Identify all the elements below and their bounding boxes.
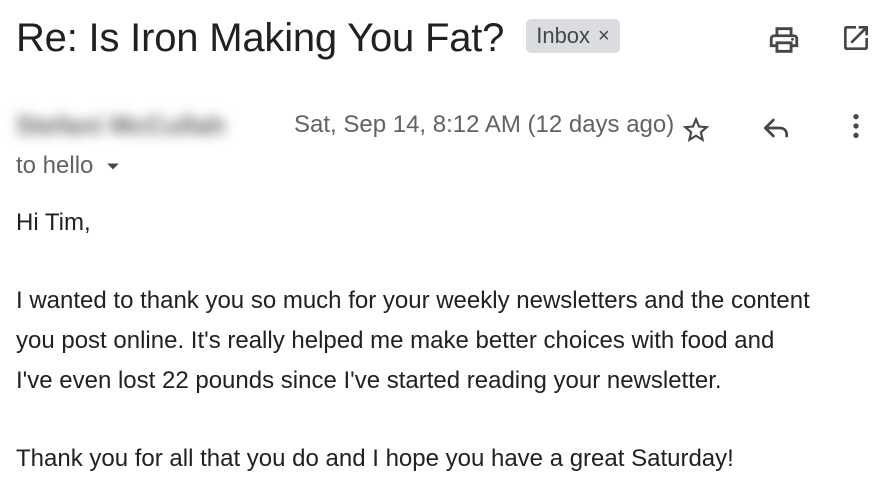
email-body: Hi Tim, I wanted to thank you so much fo… [16, 203, 882, 479]
body-greeting: Hi Tim, [16, 209, 91, 236]
star-button[interactable] [676, 110, 716, 150]
print-button[interactable] [764, 20, 804, 60]
body-paragraph-2: Thank you for all that you do and I hope… [16, 445, 734, 472]
open-in-new-window-button[interactable] [836, 18, 876, 58]
chevron-down-icon [107, 163, 120, 170]
recipient-text: to hello [16, 152, 94, 179]
reply-button[interactable] [756, 108, 796, 148]
inbox-label-chip[interactable]: Inbox × [526, 19, 620, 53]
more-options-button[interactable] [836, 106, 876, 146]
recipient-details-toggle[interactable]: to hello [16, 150, 123, 182]
email-date: Sat, Sep 14, 8:12 AM (12 days ago) [294, 111, 675, 138]
subject-row: Re: Is Iron Making You Fat? Inbox × [16, 12, 620, 64]
reply-icon [764, 118, 788, 138]
remove-label-icon[interactable]: × [598, 26, 610, 46]
open-in-new-window-icon [844, 26, 868, 50]
sender-name[interactable]: Stefani McCullah [16, 108, 248, 142]
more-vert-icon [853, 114, 859, 138]
print-icon [769, 27, 799, 53]
email-subject: Re: Is Iron Making You Fat? [16, 16, 505, 60]
star-icon [682, 116, 710, 142]
body-paragraph-1: I wanted to thank you so much for your w… [16, 287, 810, 394]
label-text: Inbox [536, 23, 591, 48]
